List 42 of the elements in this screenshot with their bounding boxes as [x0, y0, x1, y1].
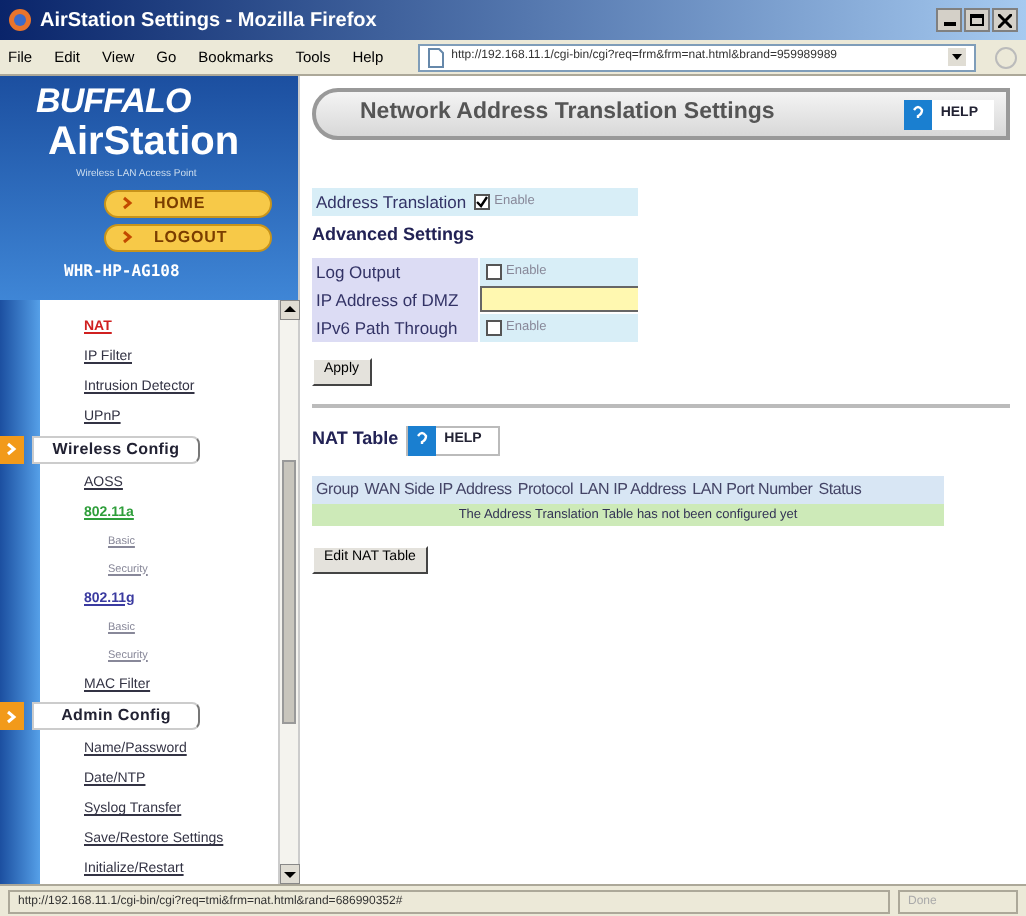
model-name: WHR-HP-AG108: [64, 259, 180, 283]
section-heading: Advanced Settings: [312, 222, 475, 248]
input-field[interactable]: [480, 285, 638, 311]
window-title: AirStation Settings - Mozilla Firefox: [40, 7, 377, 35]
question-icon: [904, 99, 933, 129]
scroll-thumb[interactable]: [282, 460, 296, 724]
scroll-down-icon[interactable]: [280, 864, 300, 884]
checkbox[interactable]: [486, 263, 502, 279]
close-icon: [998, 13, 1012, 27]
section-button[interactable]: Admin Config: [32, 702, 200, 731]
chevron-icon: [0, 702, 24, 731]
close-button[interactable]: [992, 8, 1018, 32]
page-icon: [427, 47, 444, 67]
chevron-icon: [122, 196, 134, 210]
column-header: Protocol: [517, 477, 574, 501]
nav-button[interactable]: LOGOUT: [104, 223, 272, 251]
brand-logo: BUFFALO: [36, 84, 191, 118]
question-icon: [408, 425, 437, 455]
nav-button[interactable]: HOME: [104, 189, 272, 217]
chevron-icon: [122, 230, 134, 244]
column-header: Group: [316, 477, 359, 501]
section-button[interactable]: Wireless Config: [32, 435, 200, 464]
page-title: Network Address Translation Settings: [360, 98, 775, 129]
field-label: Log Output: [312, 257, 480, 285]
product-name: AirStation: [48, 118, 240, 168]
chevron-icon: [0, 435, 24, 464]
column-header: WAN Side IP Address: [364, 477, 512, 501]
browser-icon: [8, 8, 32, 32]
minimize-button[interactable]: [936, 8, 962, 32]
section-heading: NAT Table: [312, 426, 399, 453]
field-label: Address Translation: [314, 189, 467, 215]
checkbox[interactable]: [486, 319, 502, 335]
field-label: IPv6 Path Through: [312, 313, 480, 341]
maximize-button[interactable]: [964, 8, 990, 32]
scroll-up-icon[interactable]: [280, 300, 300, 320]
column-header: LAN IP Address: [579, 477, 687, 501]
column-header: Status: [818, 477, 862, 501]
column-header: LAN Port Number: [692, 477, 813, 501]
scrollbar[interactable]: [278, 300, 298, 884]
field-label: IP Address of DMZ: [312, 285, 480, 313]
dropdown-arrow-icon[interactable]: [948, 48, 966, 66]
checkbox[interactable]: [474, 194, 491, 210]
